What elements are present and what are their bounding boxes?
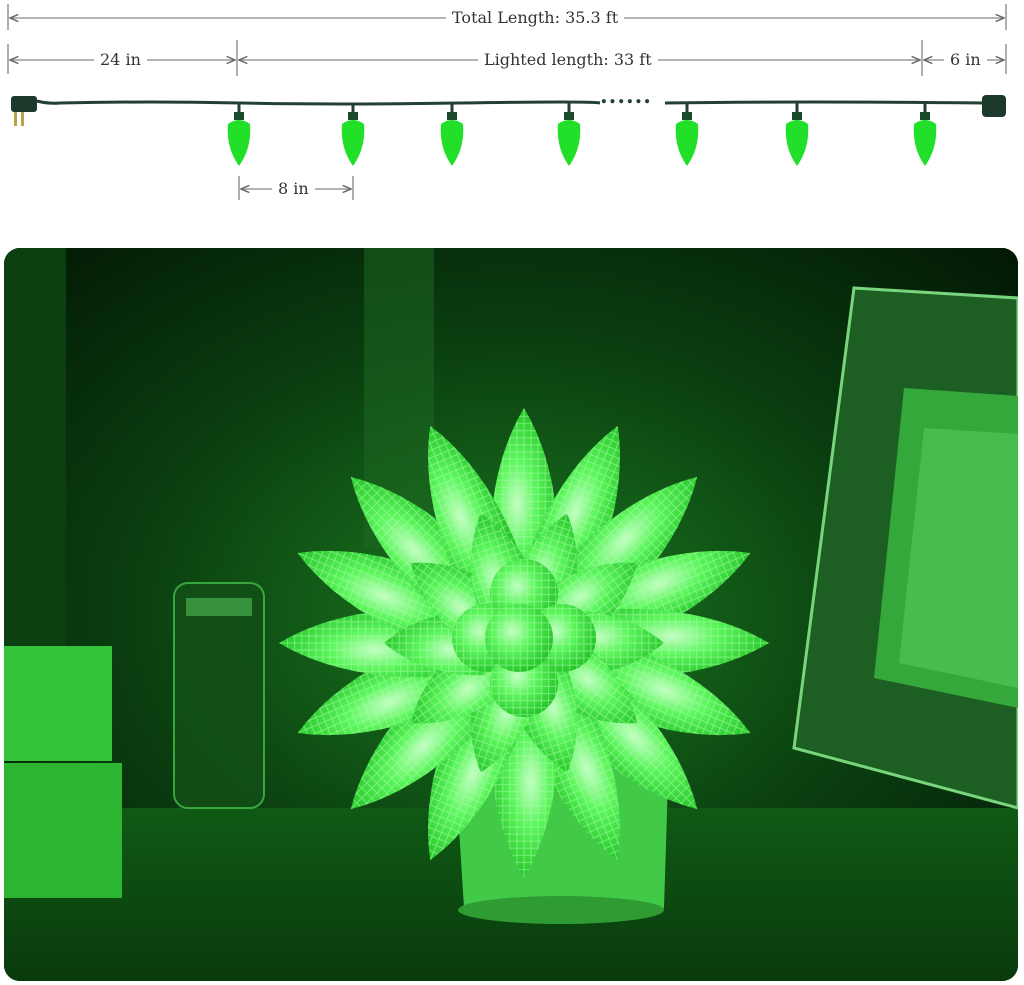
string-bulb-icon (785, 103, 809, 166)
diagram-lines (7, 4, 1007, 200)
string-bulb-icon (557, 103, 581, 166)
green-bulb-bouquet-photo (4, 248, 1018, 981)
wire-right (664, 100, 986, 105)
string-bulb-icon (440, 103, 464, 166)
string-bulb-icon (675, 103, 699, 166)
ellipsis-label: ...... (600, 83, 652, 109)
string-bulb-icon (913, 103, 937, 166)
string-bulb-icon (341, 103, 365, 166)
glass-candle-holder (173, 582, 265, 809)
plug-icon (11, 96, 61, 126)
bulb-spacing-label: 8 in (272, 179, 315, 199)
wire-left (59, 100, 601, 106)
round-bulb (485, 604, 553, 672)
total-length-label: Total Length: 35.3 ft (446, 8, 625, 28)
lighted-length-label: Lighted length: 33 ft (478, 50, 658, 70)
end-connector-icon (982, 95, 1006, 117)
string-bulb-icon (227, 103, 251, 166)
bulbs-group (227, 103, 937, 166)
lead-length-label: 24 in (94, 50, 147, 70)
string-light-dimension-diagram: Total Length: 35.3 ft 24 in Lighted leng… (0, 0, 1024, 240)
tail-length-label: 6 in (944, 50, 987, 70)
product-photo (4, 248, 1018, 981)
bulb-bouquet (279, 408, 769, 878)
